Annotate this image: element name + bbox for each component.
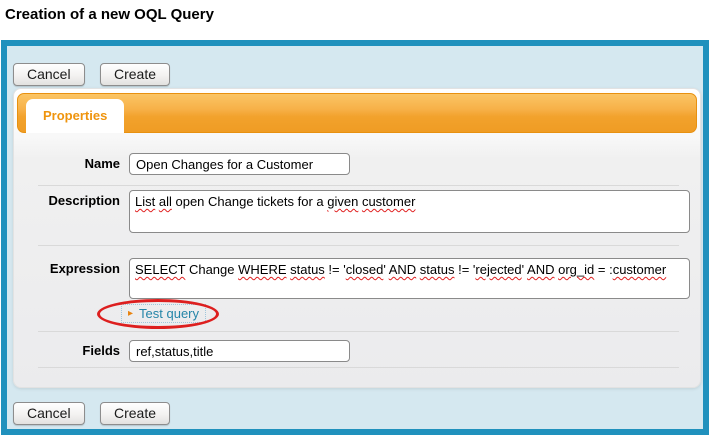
create-button-top[interactable]: Create [100,63,170,86]
resize-handle[interactable] [680,298,690,299]
fields-input[interactable] [129,340,350,362]
tab-properties[interactable]: Properties [26,99,124,133]
fields-label: Fields [14,340,129,358]
page: Creation of a new OQL Query Cancel Creat… [0,0,711,437]
separator [38,367,679,368]
properties-panel: Properties Name Description List all ope… [13,88,701,388]
description-label: Description [14,190,129,208]
separator [38,245,679,246]
cancel-button-top[interactable]: Cancel [13,63,85,86]
create-button-bottom[interactable]: Create [100,402,170,425]
page-title: Creation of a new OQL Query [5,6,214,23]
separator [38,331,679,332]
test-query-link[interactable]: ▸ Test query [121,304,206,323]
triangle-right-icon: ▸ [128,307,133,320]
name-label: Name [14,153,129,171]
expression-textarea[interactable]: SELECT Change WHERE status != 'closed' A… [129,258,690,299]
expression-label: Expression [14,258,129,276]
separator [38,185,679,186]
cancel-button-bottom[interactable]: Cancel [13,402,85,425]
tab-bar: Properties [17,93,697,133]
description-textarea[interactable]: List all open Change tickets for a given… [129,190,690,233]
resize-handle[interactable] [680,232,690,233]
name-input[interactable] [129,153,350,175]
test-query-label: Test query [139,306,199,321]
oql-query-dialog: Cancel Create Properties Name Descriptio… [1,40,709,435]
